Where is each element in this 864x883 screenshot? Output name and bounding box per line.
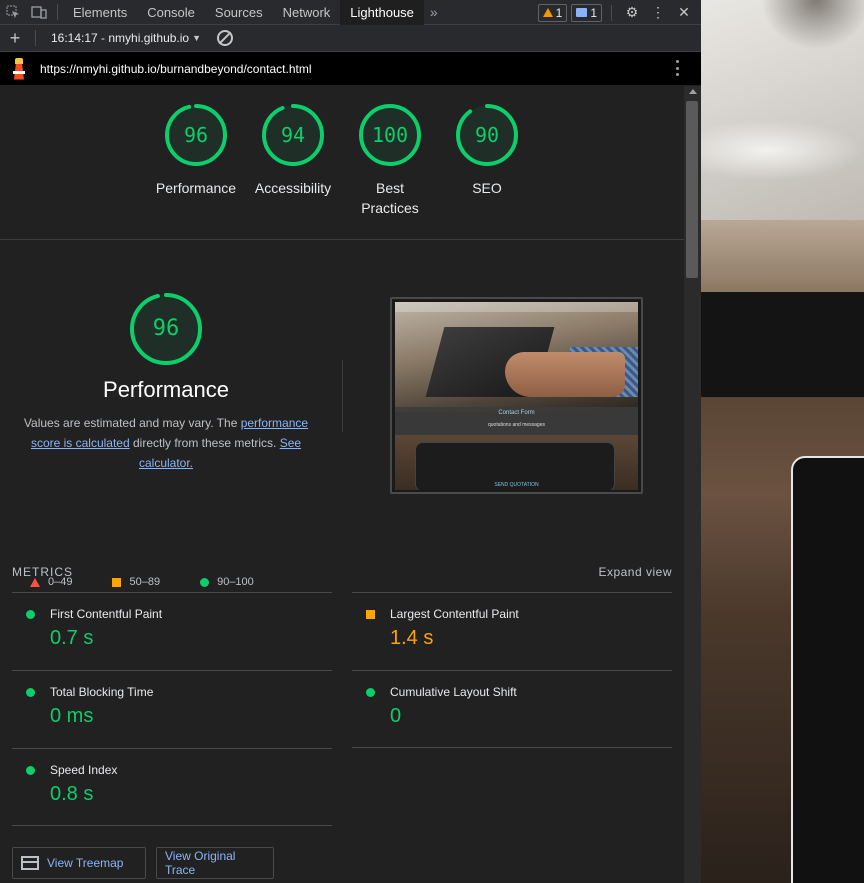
metric-divider bbox=[352, 747, 672, 748]
view-treemap-button[interactable]: View Treemap bbox=[12, 847, 146, 879]
metric-value: 0 ms bbox=[50, 705, 94, 727]
warnings-badge[interactable]: 1 bbox=[537, 3, 568, 22]
more-tabs-icon[interactable]: » bbox=[424, 4, 444, 20]
gauge-label: Best Practices bbox=[361, 180, 419, 216]
metric-name: First Contentful Paint bbox=[50, 607, 163, 621]
gauge-ring: 96 bbox=[163, 102, 229, 168]
metric-name: Cumulative Layout Shift bbox=[390, 685, 517, 699]
view-treemap-label: View Treemap bbox=[47, 856, 124, 870]
report-menu-icon[interactable] bbox=[676, 60, 679, 76]
gauge-label: Performance bbox=[155, 180, 237, 196]
lighthouse-report: 96 Performance 94 Accessibility 100 Best… bbox=[0, 86, 684, 883]
page-lower-image bbox=[701, 292, 864, 883]
metric-name: Total Blocking Time bbox=[50, 685, 154, 699]
scroll-up-arrow-icon[interactable] bbox=[689, 89, 697, 94]
messages-count: 1 bbox=[590, 5, 597, 20]
performance-title: Performance bbox=[103, 377, 229, 402]
gauge-score: 90 bbox=[474, 123, 500, 147]
metric-divider bbox=[12, 825, 332, 826]
pass-circle-icon bbox=[26, 766, 35, 775]
device-toolbar-icon[interactable] bbox=[26, 0, 52, 25]
tab-lighthouse[interactable]: Lighthouse bbox=[340, 0, 424, 25]
gauge-ring: 94 bbox=[260, 102, 326, 168]
metric-first-contentful-paint: First Contentful Paint 0.7 s bbox=[12, 592, 332, 670]
devtools-tabbar: Elements Console Sources Network Lightho… bbox=[0, 0, 701, 25]
metric-value: 0.7 s bbox=[50, 627, 94, 649]
metrics-title: METRICS bbox=[12, 565, 73, 579]
inspected-page-background bbox=[701, 0, 864, 883]
gauge-best-practices[interactable]: 100 Best Practices bbox=[340, 102, 440, 218]
metric-name: Speed Index bbox=[50, 763, 118, 777]
category-gauges: 96 Performance 94 Accessibility 100 Best… bbox=[0, 86, 684, 240]
gauge-ring: 100 bbox=[357, 102, 423, 168]
clear-reports-icon[interactable] bbox=[217, 30, 234, 46]
vertical-divider bbox=[342, 360, 343, 432]
close-icon[interactable]: ✕ bbox=[673, 4, 695, 21]
expand-view-toggle[interactable]: Expand view bbox=[598, 565, 672, 579]
performance-description: Values are estimated and may vary. The p… bbox=[20, 413, 312, 473]
gauge-ring: 90 bbox=[454, 102, 520, 168]
pass-circle-icon bbox=[366, 688, 375, 697]
metric-value: 0.8 s bbox=[50, 783, 94, 805]
metric-cumulative-layout-shift: Cumulative Layout Shift 0 bbox=[352, 670, 672, 748]
performance-gauge-large: 96 bbox=[128, 291, 204, 367]
gauge-label: SEO bbox=[472, 180, 502, 196]
report-scrollbar[interactable] bbox=[684, 86, 701, 883]
pass-circle-icon bbox=[26, 610, 35, 619]
desc-text: Values are estimated and may vary. The bbox=[23, 416, 241, 430]
screenshot-title: Contact Form bbox=[498, 410, 535, 416]
treemap-icon bbox=[21, 856, 39, 870]
screenshot-send-button: SEND QUOTATION bbox=[494, 482, 539, 488]
toolbar-separator bbox=[35, 30, 36, 46]
metric-value: 0 bbox=[390, 705, 402, 727]
tab-elements[interactable]: Elements bbox=[63, 0, 137, 25]
view-original-trace-button[interactable]: View Original Trace bbox=[156, 847, 274, 879]
metrics-section: METRICS Expand view First Contentful Pai… bbox=[12, 562, 672, 826]
report-selector[interactable]: 16:14:17 - nmyhi.github.io bbox=[41, 31, 189, 45]
scrollbar-thumb[interactable] bbox=[686, 101, 698, 278]
report-url-bar: https://nmyhi.github.io/burnandbeyond/co… bbox=[0, 52, 701, 85]
gauge-score: 100 bbox=[371, 123, 409, 147]
gauge-seo[interactable]: 90 SEO bbox=[437, 102, 537, 198]
customize-menu-icon[interactable]: ⋮ bbox=[647, 4, 669, 21]
gauge-performance[interactable]: 96 Performance bbox=[146, 102, 246, 198]
toolbar-separator bbox=[611, 4, 612, 21]
desc-text: directly from these metrics. bbox=[129, 436, 280, 450]
message-icon bbox=[576, 8, 588, 17]
new-report-plus-icon[interactable]: + bbox=[0, 28, 30, 49]
performance-summary: 96 Performance Values are estimated and … bbox=[20, 291, 312, 473]
final-screenshot[interactable]: Contact Form quotations and messages SEN… bbox=[390, 297, 643, 494]
metric-speed-index: Speed Index 0.8 s bbox=[12, 748, 332, 826]
toolbar-separator bbox=[57, 4, 58, 20]
gauge-label: Accessibility bbox=[254, 180, 332, 196]
gauge-score: 96 bbox=[183, 123, 209, 147]
lighthouse-toolbar: + 16:14:17 - nmyhi.github.io ▼ bbox=[0, 25, 701, 52]
gauge-accessibility[interactable]: 94 Accessibility bbox=[243, 102, 343, 198]
performance-score: 96 bbox=[152, 316, 180, 341]
settings-gear-icon[interactable]: ⚙ bbox=[621, 4, 643, 21]
messages-badge[interactable]: 1 bbox=[571, 3, 602, 22]
metric-name: Largest Contentful Paint bbox=[390, 607, 519, 621]
tab-sources[interactable]: Sources bbox=[205, 0, 273, 25]
view-trace-label: View Original Trace bbox=[165, 849, 236, 877]
inspect-element-icon[interactable] bbox=[0, 0, 26, 25]
tab-network[interactable]: Network bbox=[273, 0, 341, 25]
average-square-icon bbox=[366, 610, 375, 619]
warnings-count: 1 bbox=[555, 5, 563, 20]
pass-circle-icon bbox=[26, 688, 35, 697]
lighthouse-logo-icon bbox=[12, 57, 26, 80]
page-hero-image bbox=[701, 0, 864, 292]
metric-largest-contentful-paint: Largest Contentful Paint 1.4 s bbox=[352, 592, 672, 670]
warning-icon bbox=[542, 8, 553, 17]
metric-value: 1.4 s bbox=[390, 627, 434, 649]
screenshot-subtitle: quotations and messages bbox=[488, 422, 545, 428]
gauge-score: 94 bbox=[280, 123, 306, 147]
audited-url[interactable]: https://nmyhi.github.io/burnandbeyond/co… bbox=[40, 62, 312, 76]
tab-console[interactable]: Console bbox=[137, 0, 205, 25]
metric-total-blocking-time: Total Blocking Time 0 ms bbox=[12, 670, 332, 748]
chevron-down-icon[interactable]: ▼ bbox=[192, 33, 201, 43]
